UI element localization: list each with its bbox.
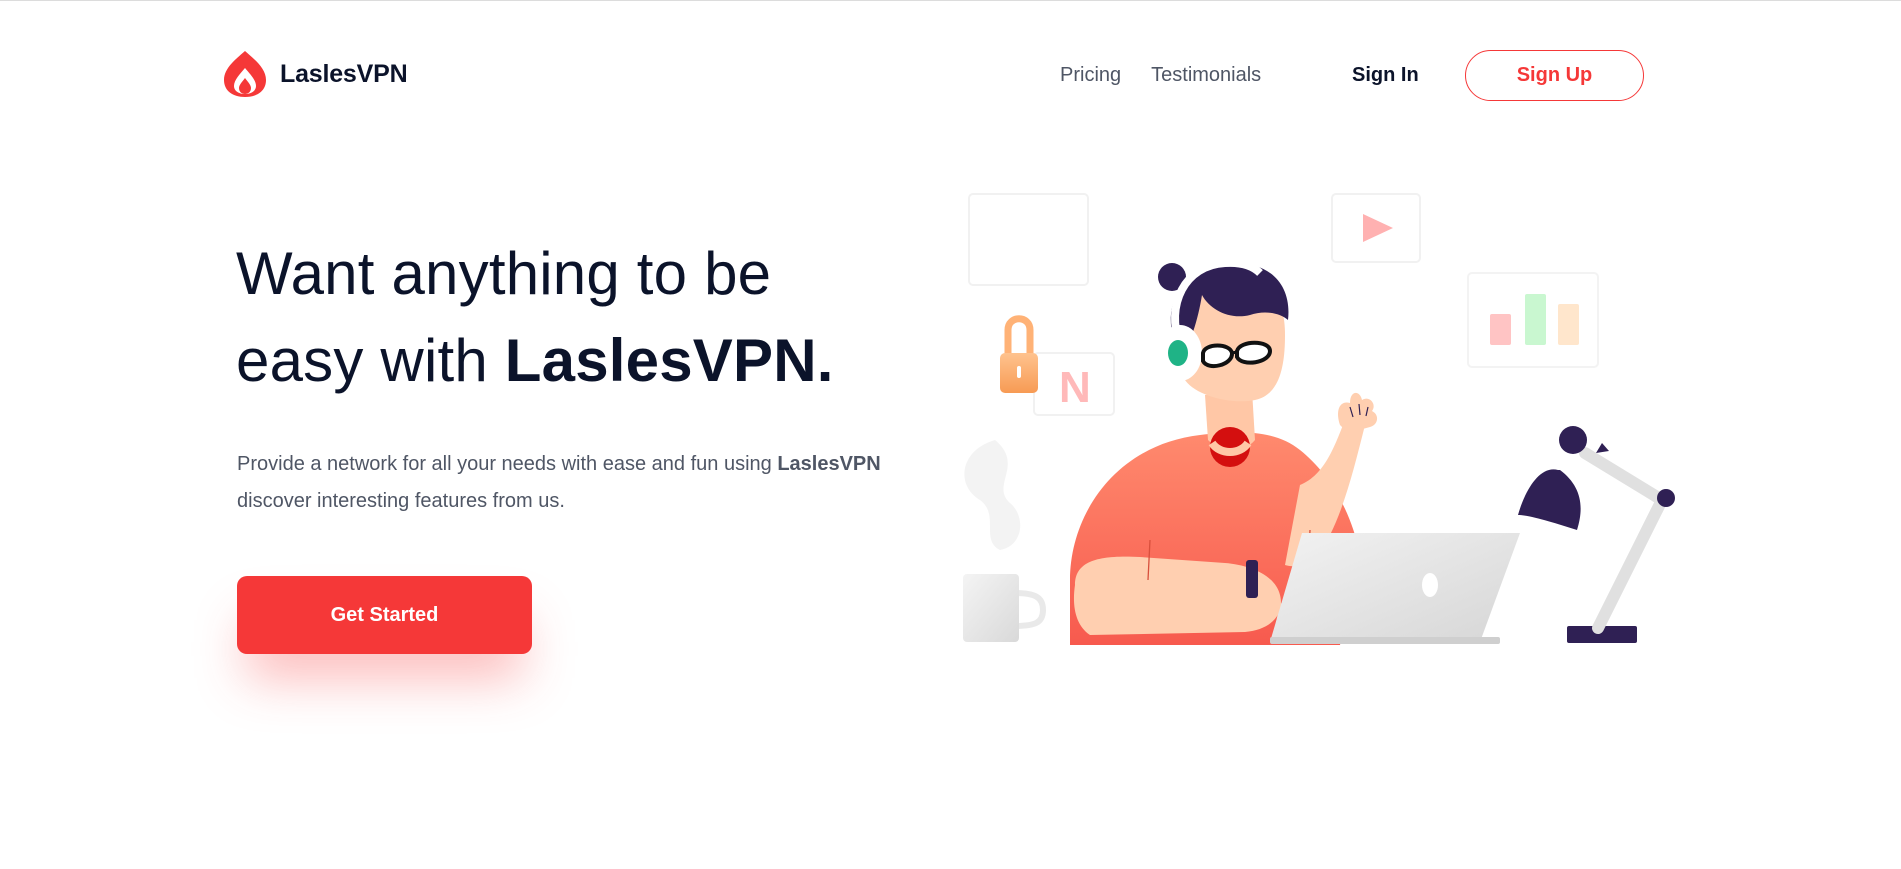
top-divider — [0, 0, 1901, 4]
floating-letter-n: N — [1059, 363, 1091, 412]
n-card: N — [1033, 352, 1115, 416]
hero-illustration-svg: N — [963, 193, 1675, 645]
logo-link[interactable]: LaslesVPN — [222, 50, 408, 98]
hero-description: Provide a network for all your needs wit… — [237, 446, 957, 520]
navbar: LaslesVPN Pricing Testimonials Sign In S… — [222, 48, 1644, 102]
hero-illustration: N — [940, 185, 1680, 655]
hero-title-line2: easy with — [236, 327, 505, 394]
watch-icon — [1246, 560, 1258, 598]
laptop-icon — [1270, 533, 1520, 644]
bar-chart-card — [1467, 272, 1599, 368]
play-card — [1331, 193, 1421, 263]
nav-link-pricing[interactable]: Pricing — [1060, 64, 1121, 87]
get-started-button[interactable]: Get Started — [237, 576, 532, 654]
desk-lamp-icon — [1518, 426, 1675, 643]
hero-description-brand: LaslesVPN — [777, 453, 881, 475]
padlock-icon — [1000, 315, 1038, 393]
hero-title: Want anything to be easy with LaslesVPN. — [236, 230, 936, 404]
steam-shape — [964, 440, 1021, 550]
hero-title-brand: LaslesVPN. — [504, 327, 834, 394]
logo-flame-icon — [224, 51, 266, 97]
nav-links: Pricing Testimonials — [1060, 64, 1261, 87]
hero-description-text: Provide a network for all your needs wit… — [237, 453, 778, 475]
sign-in-link[interactable]: Sign In — [1352, 64, 1419, 87]
nav-link-testimonials[interactable]: Testimonials — [1151, 64, 1261, 87]
sign-up-button[interactable]: Sign Up — [1465, 50, 1644, 101]
floating-window-card — [968, 193, 1089, 286]
hero-title-line1: Want anything to be — [236, 240, 772, 307]
mug-icon — [963, 574, 1047, 642]
brand-name: LaslesVPN — [280, 59, 408, 88]
hero-description-suffix: discover interesting features from us. — [237, 490, 565, 512]
